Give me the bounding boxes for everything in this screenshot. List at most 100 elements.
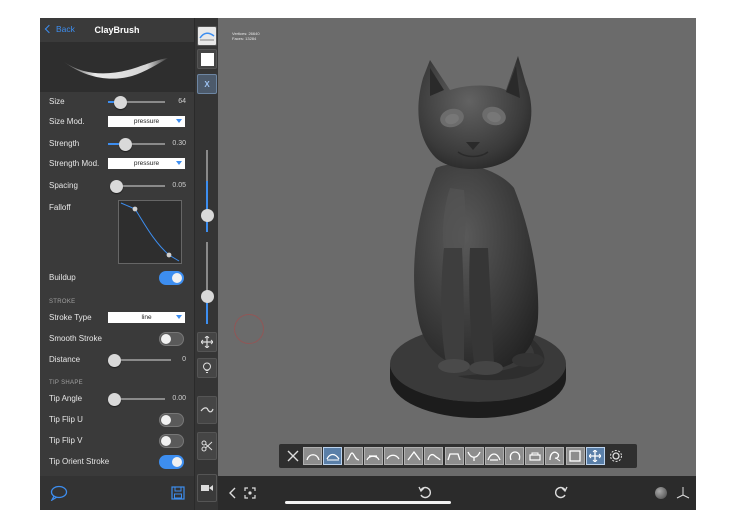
symmetry-toggle-button[interactable]: X (197, 74, 217, 94)
lightbulb-icon (203, 362, 211, 373)
size-slider[interactable] (108, 95, 165, 109)
distance-row: Distance 0 (40, 350, 194, 370)
brush-drag[interactable] (464, 447, 484, 465)
light-button[interactable] (197, 358, 217, 378)
brush-nudge[interactable] (505, 447, 525, 465)
brush-claybrush-selected[interactable] (323, 447, 343, 465)
size-mod-row: Size Mod. pressure (40, 112, 194, 132)
brush-curve-icon (549, 451, 561, 462)
brush-curve-icon (487, 453, 501, 461)
brush-flatten[interactable] (363, 447, 383, 465)
brush-transform[interactable] (585, 447, 605, 465)
close-tray-button[interactable] (283, 447, 302, 465)
brush-curve-icon (447, 453, 461, 461)
save-icon[interactable] (171, 486, 185, 500)
strength-mod-label: Strength Mod. (49, 159, 100, 168)
dropdown-arrow-icon (176, 119, 182, 123)
stroke-preview-button[interactable] (197, 26, 217, 46)
strength-value: 0.30 (172, 140, 186, 147)
tip-angle-slider-knob[interactable] (107, 392, 121, 406)
stroke-curve-icon (199, 32, 215, 41)
move-arrows-icon (589, 450, 602, 462)
brush-trim[interactable] (565, 447, 585, 465)
move-arrows-icon (201, 336, 213, 348)
strength-label: Strength (49, 139, 80, 148)
brush-mask[interactable] (525, 447, 545, 465)
smooth-stroke-label: Smooth Stroke (49, 334, 102, 343)
brush-curve-icon (467, 451, 481, 461)
brush-curve-icon (386, 454, 400, 460)
brush-curve-icon (306, 454, 320, 461)
size-label: Size (49, 97, 65, 106)
tip-flip-v-toggle[interactable] (159, 434, 184, 448)
brush-smooth[interactable] (383, 447, 403, 465)
comment-bubble-icon[interactable] (50, 485, 68, 501)
gear-icon (609, 450, 622, 462)
dropdown-arrow-icon (176, 315, 182, 319)
cat-sculpture-model (390, 56, 566, 418)
spacing-value: 0.05 (172, 182, 186, 189)
tip-orient-stroke-toggle[interactable] (159, 455, 184, 469)
video-record-button[interactable] (197, 474, 217, 502)
close-icon (287, 450, 298, 462)
brush-clay[interactable] (303, 447, 323, 465)
tip-orient-stroke-row: Tip Orient Stroke (40, 452, 194, 472)
3d-viewport[interactable]: Vertices: 26640 Faces: 13284 (218, 18, 696, 476)
brush-curve-icon (326, 453, 340, 461)
stroke-type-dropdown[interactable]: line (108, 312, 185, 323)
size-mod-label: Size Mod. (49, 117, 85, 126)
buildup-toggle[interactable] (159, 271, 184, 285)
brush-paint[interactable] (545, 447, 565, 465)
spacing-slider-knob[interactable] (110, 179, 124, 193)
brush-inflate[interactable] (424, 447, 444, 465)
smooth-stroke-toggle[interactable] (159, 332, 184, 346)
brush-stroke-preview (40, 42, 194, 92)
strength-mod-dropdown[interactable]: pressure (108, 158, 185, 169)
brush-curve-icon (509, 451, 520, 461)
strength-mod-row: Strength Mod. pressure (40, 154, 194, 174)
strength-slider-knob[interactable] (118, 137, 132, 151)
tip-flip-v-label: Tip Flip V (49, 436, 83, 445)
brush-layer[interactable] (444, 447, 464, 465)
spacing-slider[interactable] (110, 179, 165, 193)
tool-strip: X (194, 18, 218, 510)
radius-slider-knob[interactable] (201, 209, 214, 222)
chevron-left-icon[interactable] (228, 487, 236, 499)
size-slider-knob[interactable] (114, 95, 128, 109)
distance-slider-knob[interactable] (107, 353, 121, 367)
strength-vertical-slider[interactable] (206, 242, 208, 324)
move-tool-button[interactable] (197, 332, 217, 352)
strength-vertical-knob[interactable] (201, 290, 214, 303)
distance-value: 0 (182, 356, 186, 363)
size-value: 64 (178, 98, 186, 105)
panel-header: Back ClayBrush (40, 18, 194, 40)
tip-angle-slider[interactable] (107, 392, 165, 406)
material-sphere-icon[interactable] (655, 487, 667, 499)
tip-angle-value: 0.00 (172, 395, 186, 402)
distance-slider[interactable] (107, 353, 171, 367)
brush-move[interactable] (484, 447, 504, 465)
tray-settings-button[interactable] (606, 447, 625, 465)
brush-pinch[interactable] (404, 447, 424, 465)
stroke-type-row: Stroke Type line (40, 308, 194, 328)
falloff-curve-editor[interactable] (118, 200, 182, 264)
square-icon (569, 450, 581, 462)
brush-crease[interactable] (343, 447, 363, 465)
axis-gizmo-icon[interactable] (676, 485, 690, 499)
redo-icon[interactable] (554, 485, 568, 499)
stroke-type-label: Stroke Type (49, 313, 92, 322)
undo-icon[interactable] (418, 485, 432, 499)
brush-curve-icon (529, 452, 541, 461)
spacing-row: Spacing 0.05 (40, 176, 194, 196)
sculpting-app: Back ClayBrush Size 64 Size Mod. pressur… (40, 18, 696, 510)
strength-row: Strength 0.30 (40, 134, 194, 154)
falloff-curve-icon (120, 202, 180, 262)
material-swatch-button[interactable] (197, 49, 217, 69)
size-mod-dropdown[interactable]: pressure (108, 116, 185, 127)
strength-slider[interactable] (108, 137, 165, 151)
stroke-smooth-button[interactable] (197, 396, 217, 424)
tip-angle-label: Tip Angle (49, 394, 83, 403)
cut-tool-button[interactable] (197, 432, 217, 460)
frame-view-icon[interactable] (244, 487, 256, 499)
tip-flip-u-toggle[interactable] (159, 413, 184, 427)
